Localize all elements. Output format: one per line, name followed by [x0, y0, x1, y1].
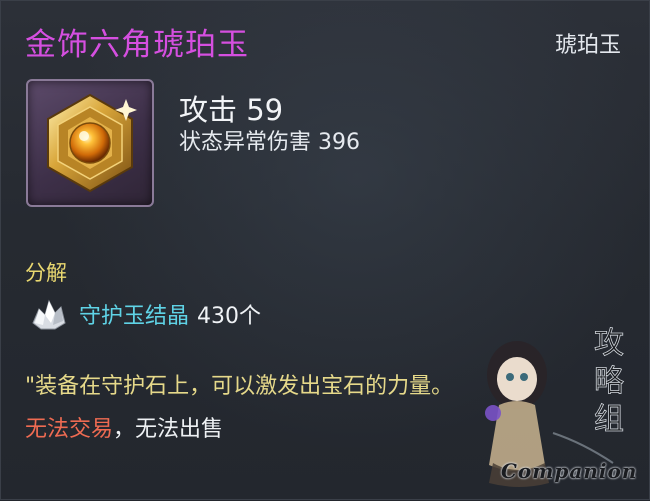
trade-separator: ， — [113, 417, 136, 442]
decompose-label: 分解 — [25, 261, 67, 285]
svg-text:攻: 攻 — [594, 326, 624, 361]
flavor-text: "装备在守护石上，可以激发出宝石的力量。 — [25, 374, 454, 399]
no-sell-label: 无法出售 — [135, 417, 224, 442]
crystal-shard-icon — [32, 299, 66, 330]
strategy-group-seal-logo: 攻 略 组 — [594, 326, 625, 438]
no-trade-label: 无法交易 — [25, 417, 114, 442]
item-icon-frame — [26, 79, 154, 207]
svg-text:组: 组 — [594, 402, 624, 437]
item-tooltip: 金饰六角琥珀玉 琥珀玉 攻击 59 状态异常伤害 396 分解 守护玉结晶 43… — [0, 0, 650, 500]
material-name: 守护玉结晶 — [79, 304, 190, 329]
svg-text:略: 略 — [594, 364, 624, 399]
hexagonal-amber-gem-icon — [47, 93, 137, 193]
attack-stat: 攻击 59 — [179, 93, 284, 127]
status-damage-stat: 状态异常伤害 396 — [179, 130, 360, 155]
companion-watermark-text: Companion — [501, 459, 638, 483]
item-name: 金饰六角琥珀玉 — [25, 27, 249, 63]
trade-restrictions: 无法交易，无法出售 — [25, 411, 223, 443]
material-count: 430个 — [197, 304, 262, 329]
decompose-material: 守护玉结晶 430个 — [79, 298, 261, 330]
item-category: 琥珀玉 — [554, 33, 621, 58]
